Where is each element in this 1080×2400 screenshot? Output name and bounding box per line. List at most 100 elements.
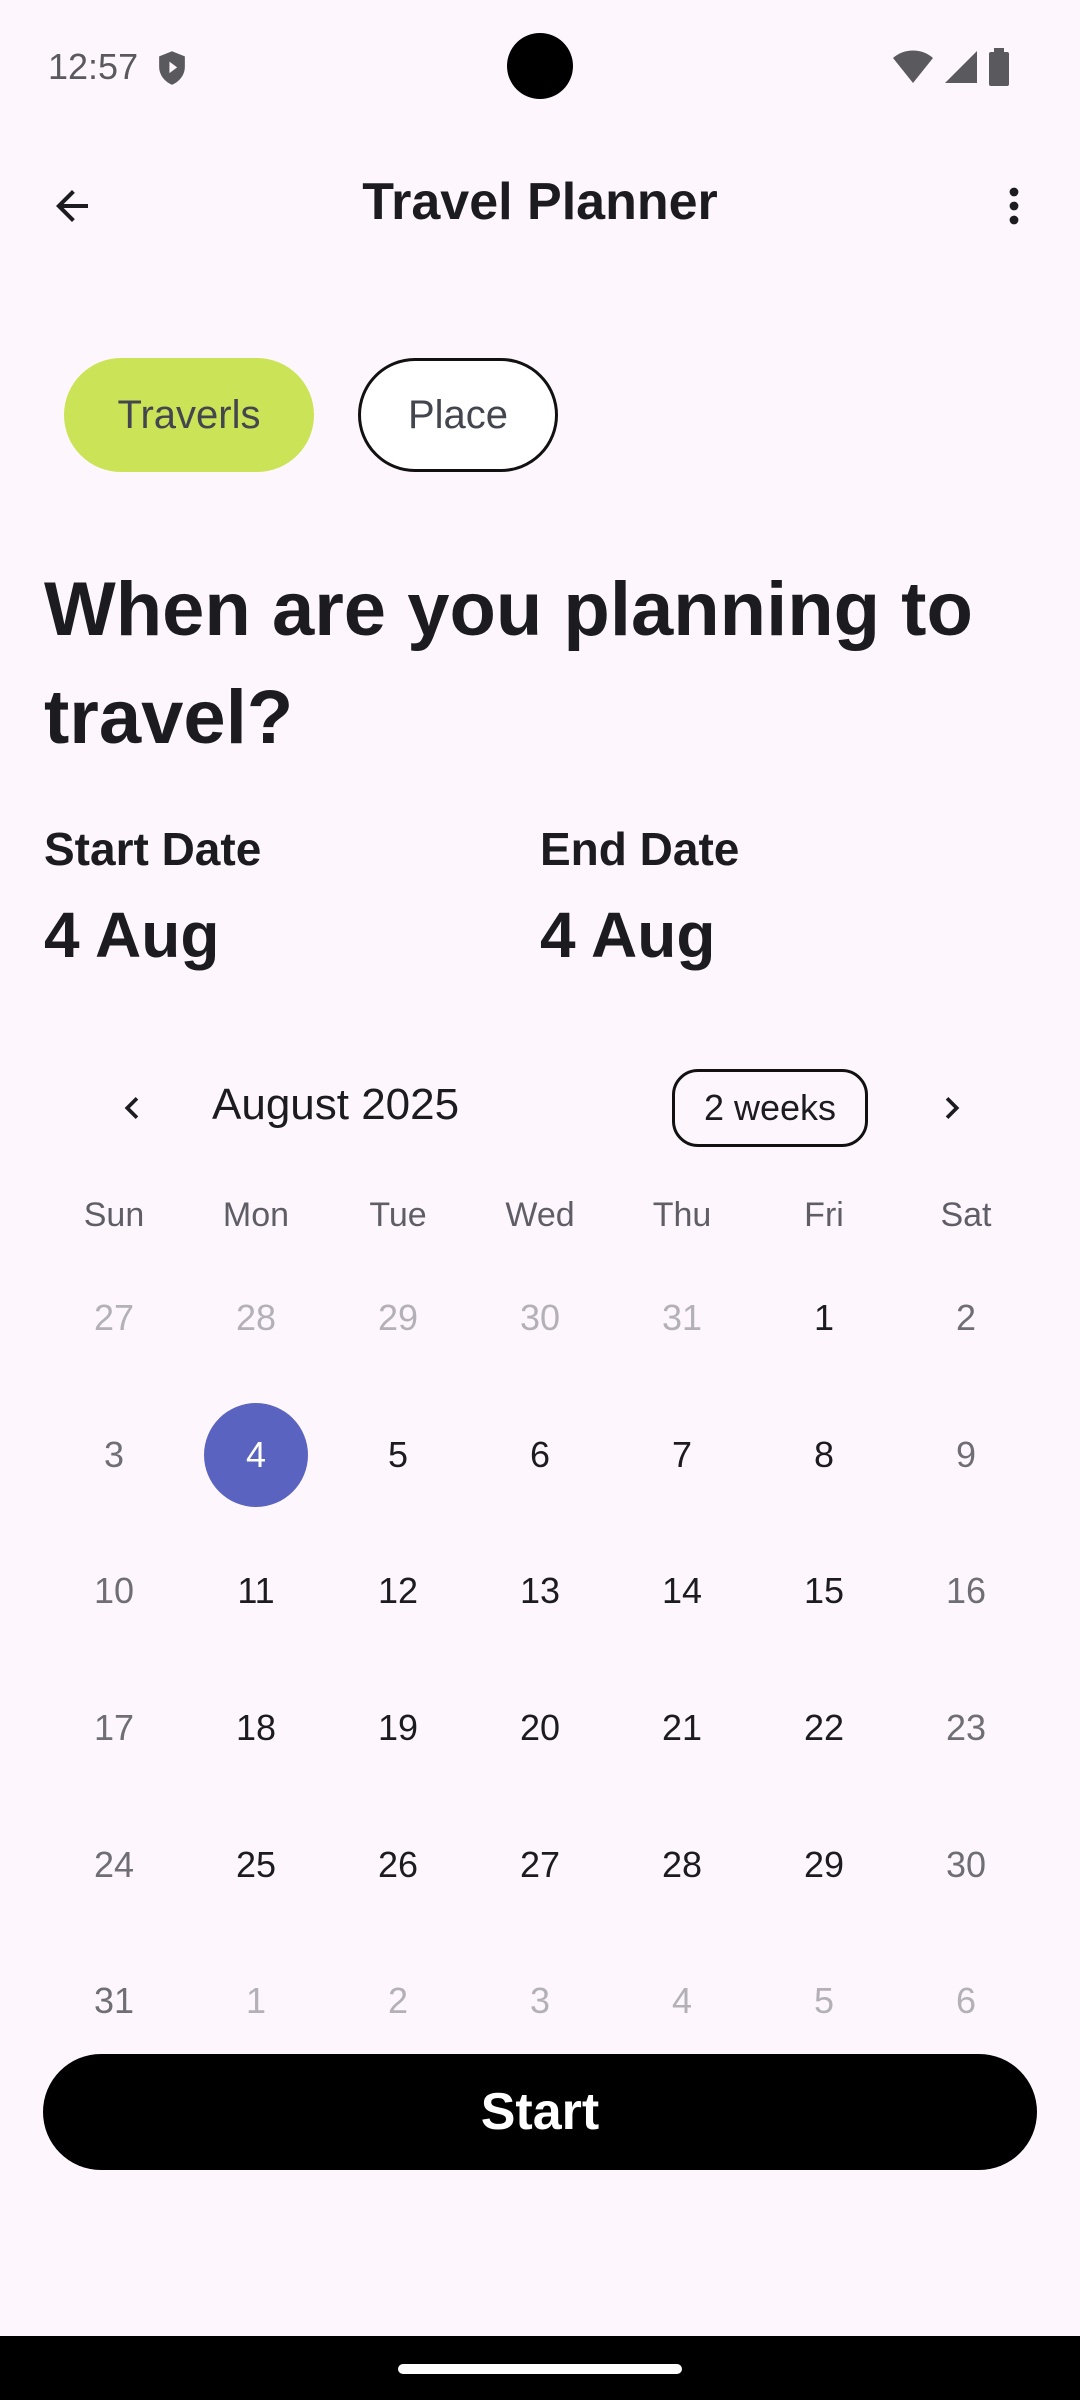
calendar-day[interactable]: 2: [895, 1250, 1037, 1387]
more-vert-icon: [1009, 187, 1019, 225]
calendar-day: 28: [185, 1250, 327, 1387]
range-selector[interactable]: 2 weeks: [672, 1069, 868, 1147]
day-number: 6: [529, 1433, 551, 1475]
next-month-button[interactable]: [916, 1072, 988, 1144]
day-number: 5: [813, 1980, 835, 2022]
day-number: 13: [519, 1570, 561, 1612]
day-number: 6: [955, 1980, 977, 2022]
calendar-day[interactable]: 15: [753, 1523, 895, 1660]
calendar-day[interactable]: 20: [469, 1660, 611, 1797]
day-number: 17: [93, 1707, 135, 1749]
calendar-day: 29: [327, 1250, 469, 1387]
shield-icon: [159, 51, 185, 85]
calendar-day[interactable]: 18: [185, 1660, 327, 1797]
calendar-day[interactable]: 14: [611, 1523, 753, 1660]
status-bar: 12:57: [0, 0, 1080, 132]
day-number: 1: [813, 1297, 835, 1339]
place-chip[interactable]: Place: [358, 358, 558, 472]
calendar-day[interactable]: 10: [43, 1523, 185, 1660]
weekday-label: Tue: [369, 1196, 427, 1234]
calendar-day[interactable]: 11: [185, 1523, 327, 1660]
day-number: 31: [93, 1980, 135, 2022]
more-options-button[interactable]: [978, 170, 1050, 242]
mode-chips: Traverls Place: [64, 358, 558, 472]
calendar-day[interactable]: 5: [327, 1387, 469, 1524]
weekday-label: Thu: [652, 1196, 712, 1234]
calendar-day: 1: [185, 1933, 327, 2070]
day-number: 29: [803, 1843, 845, 1885]
calendar-day[interactable]: 21: [611, 1660, 753, 1797]
calendar-day: 2: [327, 1933, 469, 2070]
start-button[interactable]: Start: [43, 2054, 1037, 2170]
day-number: 4: [671, 1980, 693, 2022]
day-number: 19: [377, 1707, 419, 1749]
day-number: 23: [945, 1707, 987, 1749]
calendar-day[interactable]: 3: [43, 1387, 185, 1524]
calendar-day: 30: [469, 1250, 611, 1387]
calendar-day[interactable]: 22: [753, 1660, 895, 1797]
day-number: 27: [519, 1843, 561, 1885]
calendar-header: August 2025 2 weeks: [0, 1066, 1080, 1150]
start-date-label: Start Date: [44, 823, 262, 875]
end-date-value: 4 Aug: [540, 899, 716, 971]
home-handle[interactable]: [398, 2364, 682, 2374]
status-time: 12:57: [48, 46, 139, 87]
chevron-right-icon: [945, 1097, 960, 1119]
weekday-label: Sat: [940, 1196, 992, 1234]
calendar-day[interactable]: 17: [43, 1660, 185, 1797]
calendar-day[interactable]: 6: [469, 1387, 611, 1524]
travels-chip[interactable]: Traverls: [64, 358, 314, 472]
day-number: 30: [519, 1297, 561, 1339]
calendar-day[interactable]: 9: [895, 1387, 1037, 1524]
day-number: 15: [803, 1570, 845, 1612]
day-number: 4: [204, 1402, 308, 1507]
end-date[interactable]: End Date 4 Aug: [540, 822, 739, 972]
calendar-day[interactable]: 16: [895, 1523, 1037, 1660]
calendar-day: 31: [611, 1250, 753, 1387]
calendar-day[interactable]: 28: [611, 1796, 753, 1933]
status-icons: [892, 48, 1010, 86]
day-number: 29: [377, 1297, 419, 1339]
day-number: 26: [377, 1843, 419, 1885]
day-number: 8: [813, 1433, 835, 1475]
day-number: 21: [661, 1707, 703, 1749]
day-number: 20: [519, 1707, 561, 1749]
day-number: 22: [803, 1707, 845, 1749]
start-date[interactable]: Start Date 4 Aug: [44, 822, 261, 972]
weekday-label: Fri: [804, 1196, 844, 1234]
day-number: 24: [93, 1843, 135, 1885]
calendar-day[interactable]: 4: [185, 1387, 327, 1524]
calendar-day[interactable]: 24: [43, 1796, 185, 1933]
calendar-day[interactable]: 13: [469, 1523, 611, 1660]
calendar-day[interactable]: 23: [895, 1660, 1037, 1797]
calendar-grid: 27 28 29 30 31 1 2 3 4 5 6 7 8 9 10 11 12 13 14 15 16 17 18 19 2…: [43, 1250, 1038, 2070]
end-date-label: End Date: [540, 823, 740, 875]
calendar-day[interactable]: 31: [43, 1933, 185, 2070]
calendar-day: 3: [469, 1933, 611, 2070]
calendar-day[interactable]: 19: [327, 1660, 469, 1797]
day-number: 7: [671, 1433, 693, 1475]
calendar-day[interactable]: 27: [469, 1796, 611, 1933]
top-app-bar: Travel Planner: [0, 150, 1080, 260]
day-number: 14: [661, 1570, 703, 1612]
signal-icon: [945, 51, 977, 83]
calendar-day[interactable]: 12: [327, 1523, 469, 1660]
day-number: 18: [235, 1707, 277, 1749]
weekday-label: Mon: [222, 1196, 290, 1234]
day-number: 2: [955, 1297, 977, 1339]
calendar-day[interactable]: 30: [895, 1796, 1037, 1933]
calendar-day[interactable]: 26: [327, 1796, 469, 1933]
weekday-label: Wed: [505, 1196, 575, 1234]
calendar-day[interactable]: 25: [185, 1796, 327, 1933]
calendar-day[interactable]: 7: [611, 1387, 753, 1524]
start-date-value: 4 Aug: [44, 899, 220, 971]
previous-month-button[interactable]: [96, 1072, 168, 1144]
day-number: 12: [377, 1570, 419, 1612]
calendar-day: 27: [43, 1250, 185, 1387]
day-number: 5: [387, 1433, 409, 1475]
day-number: 25: [235, 1843, 277, 1885]
calendar-day[interactable]: 8: [753, 1387, 895, 1524]
calendar-day[interactable]: 1: [753, 1250, 895, 1387]
question-heading: When are you planning to travel?: [44, 567, 973, 760]
calendar-day[interactable]: 29: [753, 1796, 895, 1933]
